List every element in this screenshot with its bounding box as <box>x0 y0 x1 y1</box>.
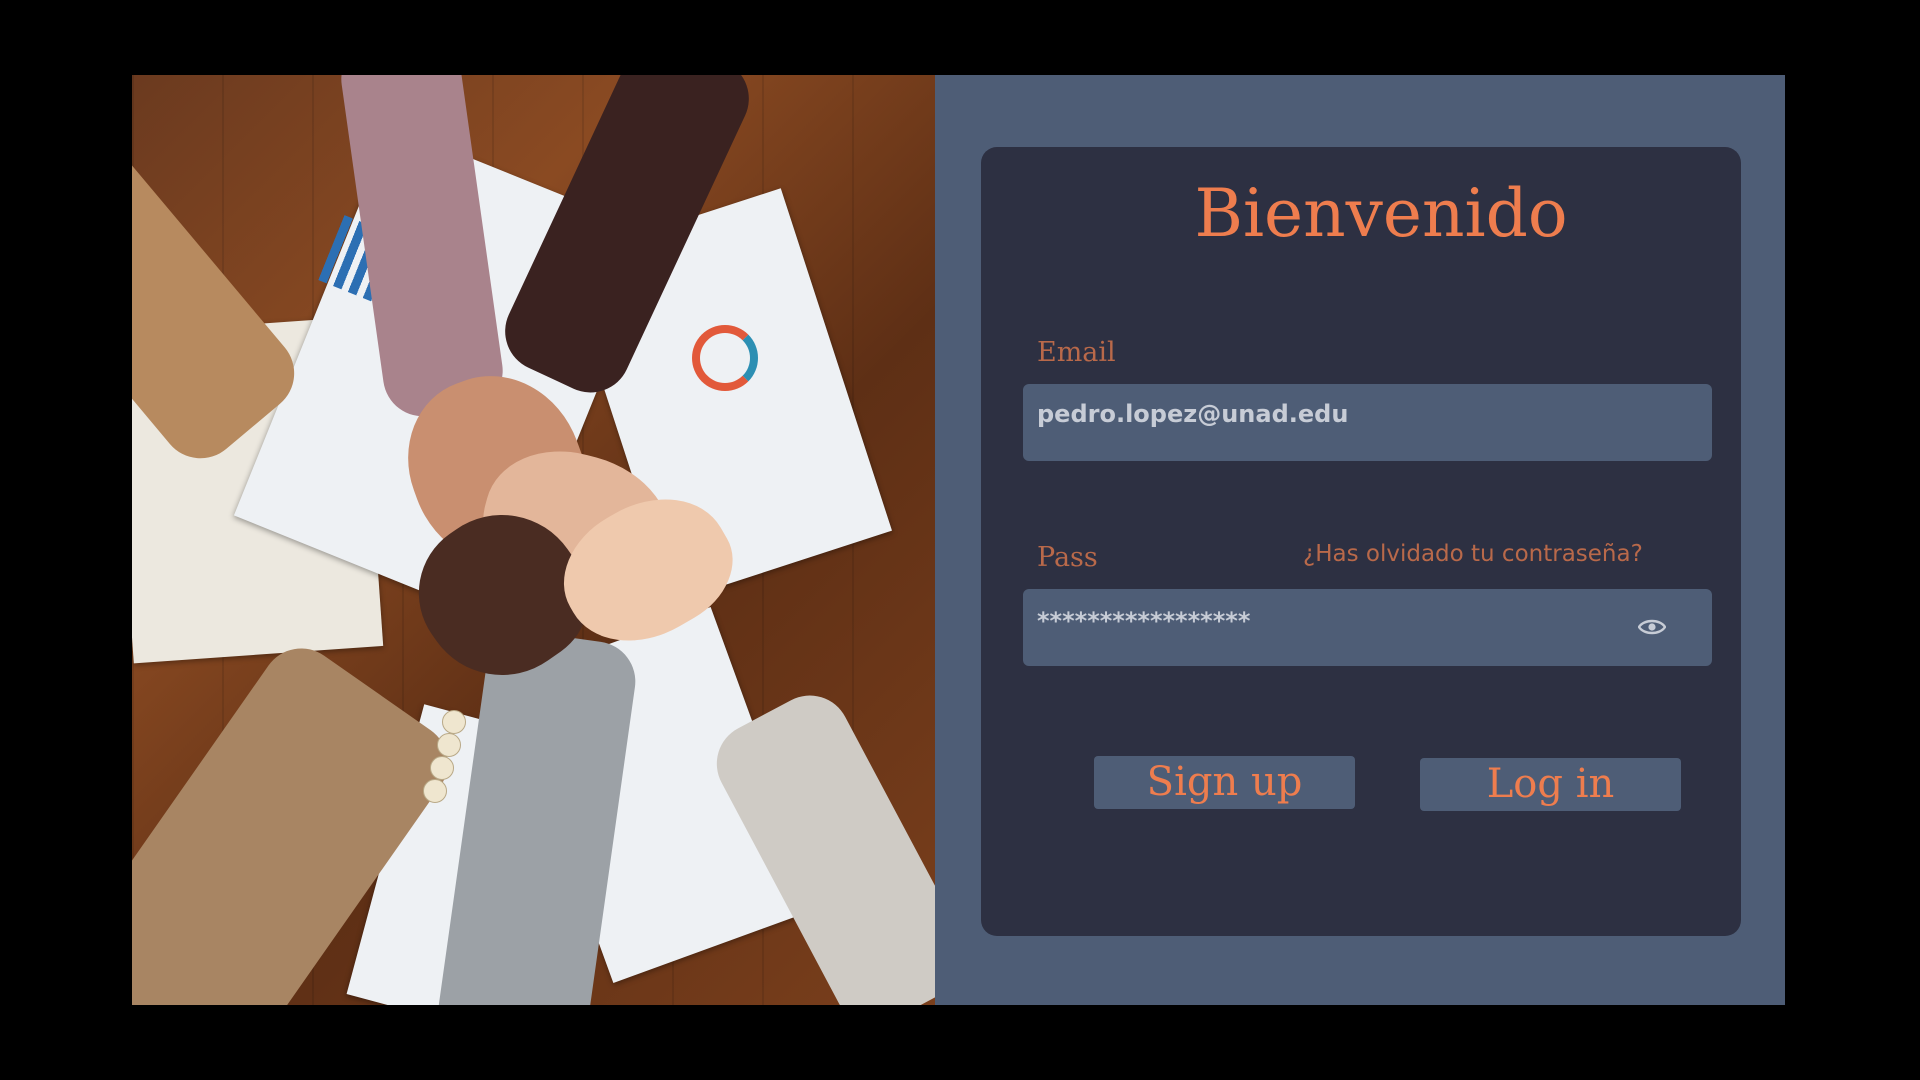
login-screen: Bienvenido Email pedro.lopez@unad.edu Pa… <box>132 75 1785 1005</box>
email-field[interactable]: pedro.lopez@unad.edu <box>1023 384 1712 461</box>
eye-icon[interactable] <box>1638 617 1666 637</box>
donut-chart-print <box>692 325 758 391</box>
password-value: ***************** <box>1037 607 1251 635</box>
jacket-button <box>423 779 447 803</box>
teamwork-photo <box>132 75 935 1005</box>
email-label: Email <box>1037 337 1116 368</box>
jacket-button <box>430 756 454 780</box>
login-card: Bienvenido Email pedro.lopez@unad.edu Pa… <box>981 147 1741 936</box>
password-field[interactable]: ***************** <box>1023 589 1712 666</box>
page-title: Bienvenido <box>1194 175 1568 252</box>
jacket-button <box>437 733 461 757</box>
login-button[interactable]: Log in <box>1420 758 1681 811</box>
jacket-button <box>442 710 466 734</box>
forgot-password-link[interactable]: ¿Has olvidado tu contraseña? <box>1303 541 1643 567</box>
signup-button[interactable]: Sign up <box>1094 756 1355 809</box>
email-value: pedro.lopez@unad.edu <box>1037 400 1349 428</box>
password-label: Pass <box>1037 542 1098 573</box>
login-panel: Bienvenido Email pedro.lopez@unad.edu Pa… <box>935 75 1785 1005</box>
